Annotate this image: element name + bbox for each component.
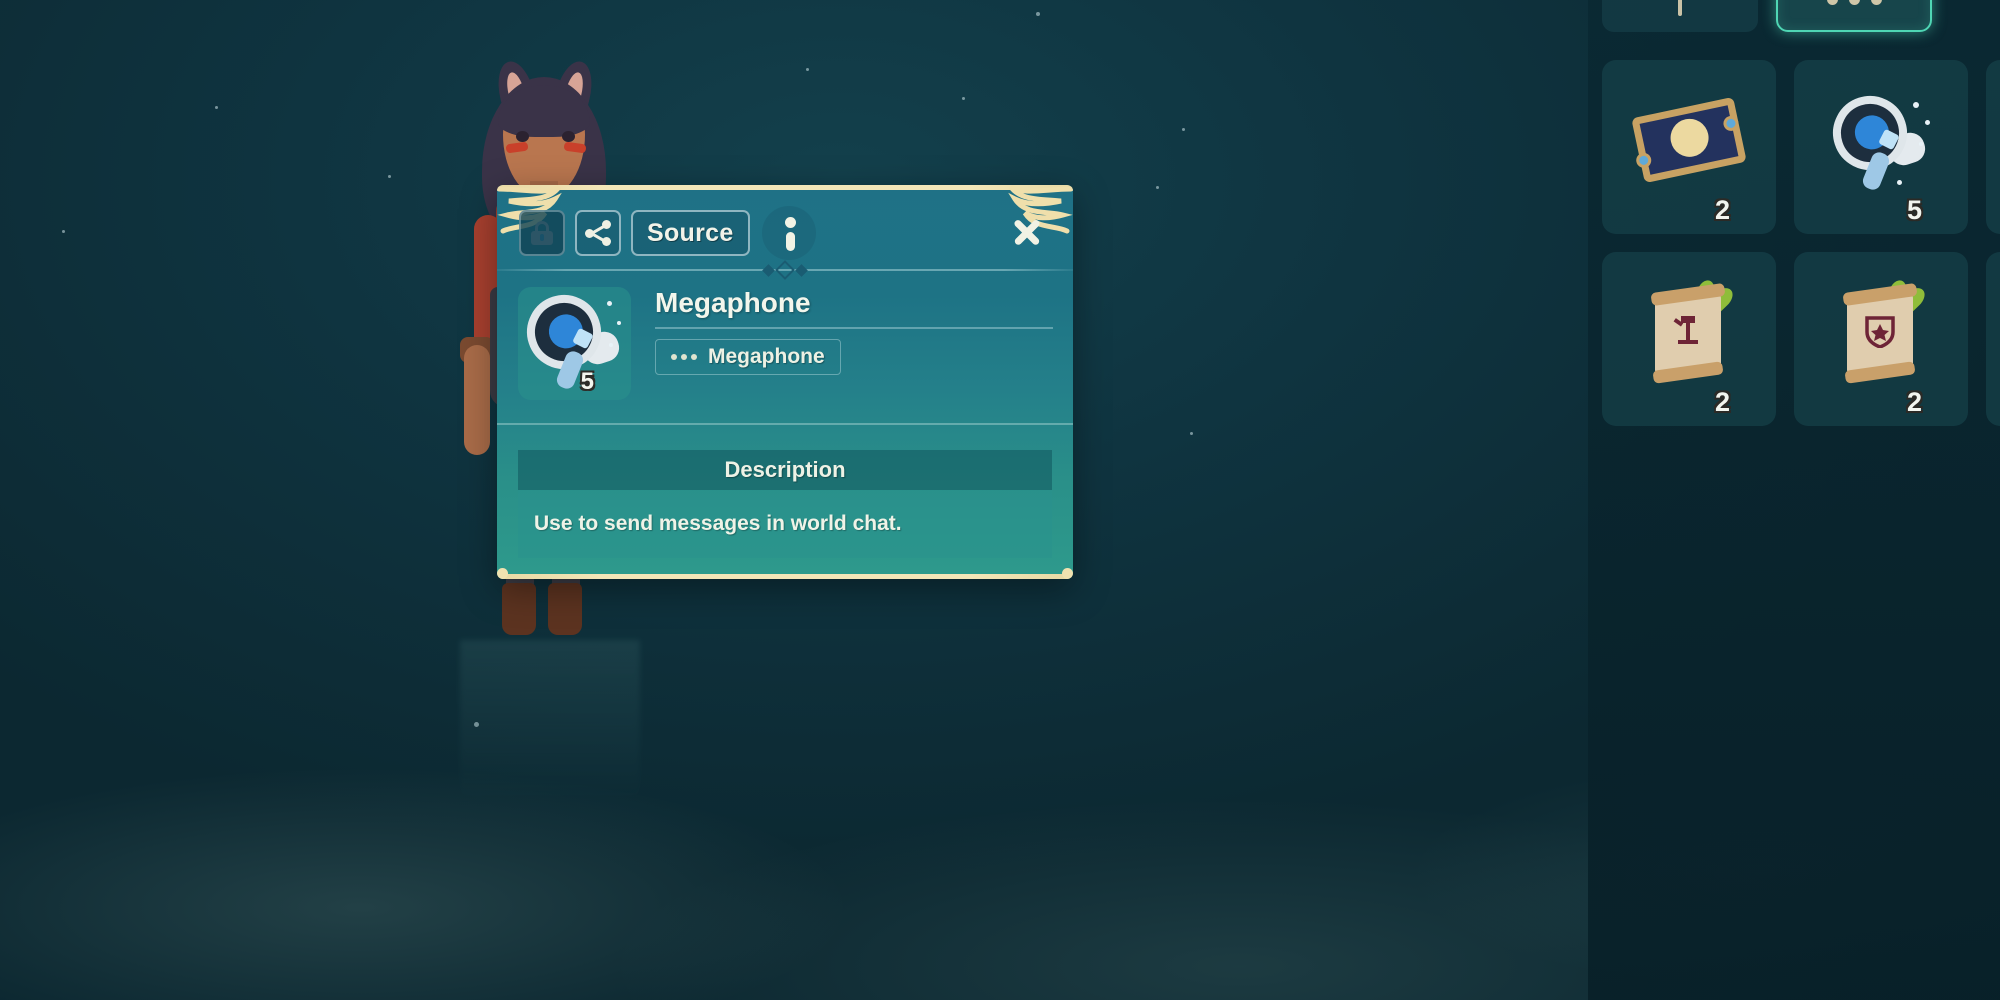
ticket-icon — [1631, 96, 1747, 184]
weapon-symbol-icon — [1673, 316, 1698, 345]
inventory-panel: 2 5 2 2 — [1588, 0, 2000, 1000]
description-header: Description — [518, 450, 1052, 490]
slot-seed-sack[interactable] — [1986, 60, 2000, 234]
slot-ticket[interactable]: 2 — [1602, 60, 1776, 234]
scroll-shield-icon — [1831, 278, 1931, 384]
description-text: Use to send messages in world chat. — [518, 490, 1052, 558]
inventory-tab-bar — [1602, 0, 1932, 32]
item-category-label: Megaphone — [708, 345, 825, 368]
slot-quantity: 2 — [1906, 387, 1922, 417]
lock-button[interactable] — [519, 210, 565, 256]
shield-symbol-icon — [1865, 316, 1895, 349]
divider-diamond-ornament — [497, 260, 1073, 280]
item-quantity-badge: 5 — [580, 368, 594, 395]
slot-scroll-weapon[interactable]: 2 — [1602, 252, 1776, 426]
ellipsis-icon — [671, 354, 697, 360]
diamond-small-right — [795, 263, 808, 277]
source-button-label: Source — [647, 218, 734, 247]
diamond-large-center — [775, 260, 795, 280]
megaphone-icon — [516, 285, 629, 391]
item-header-row: 5 Megaphone Megaphone — [497, 281, 1073, 431]
close-button[interactable] — [1005, 210, 1049, 254]
inventory-grid: 2 5 2 2 — [1602, 60, 2000, 426]
scroll-weapon-icon — [1639, 278, 1739, 384]
dialog-bottom-border — [497, 574, 1073, 579]
source-button[interactable]: Source — [631, 210, 750, 256]
diamond-small-left — [762, 263, 775, 277]
item-name: Megaphone — [655, 287, 811, 318]
corner-cap-bottom-left — [497, 568, 508, 579]
megaphone-icon — [1823, 86, 1935, 193]
dialog-divider-middle — [497, 423, 1073, 425]
slot-megaphone[interactable]: 5 — [1794, 60, 1968, 234]
slot-coin[interactable] — [1986, 252, 2000, 426]
sprout-icon — [1657, 0, 1703, 18]
item-category-tag[interactable]: Megaphone — [655, 339, 841, 375]
tab-seeds[interactable] — [1602, 0, 1758, 32]
info-icon — [784, 217, 796, 251]
share-button[interactable] — [575, 210, 621, 256]
ellipsis-icon — [1826, 0, 1882, 5]
item-detail-dialog: Source 5 Megaphone Megaphone Description… — [497, 185, 1073, 579]
info-button[interactable] — [762, 206, 816, 260]
close-icon — [1011, 216, 1043, 248]
slot-quantity: 2 — [1714, 195, 1730, 225]
item-icon-tile[interactable]: 5 — [516, 285, 631, 400]
slot-quantity: 2 — [1714, 387, 1730, 417]
corner-cap-bottom-right — [1062, 568, 1073, 579]
character-reflection — [460, 640, 640, 860]
slot-quantity: 5 — [1906, 195, 1922, 225]
lock-icon — [531, 221, 553, 245]
slot-scroll-shield[interactable]: 2 — [1794, 252, 1968, 426]
tab-other[interactable] — [1776, 0, 1932, 32]
item-name-underline — [655, 327, 1053, 329]
share-icon — [585, 220, 611, 246]
